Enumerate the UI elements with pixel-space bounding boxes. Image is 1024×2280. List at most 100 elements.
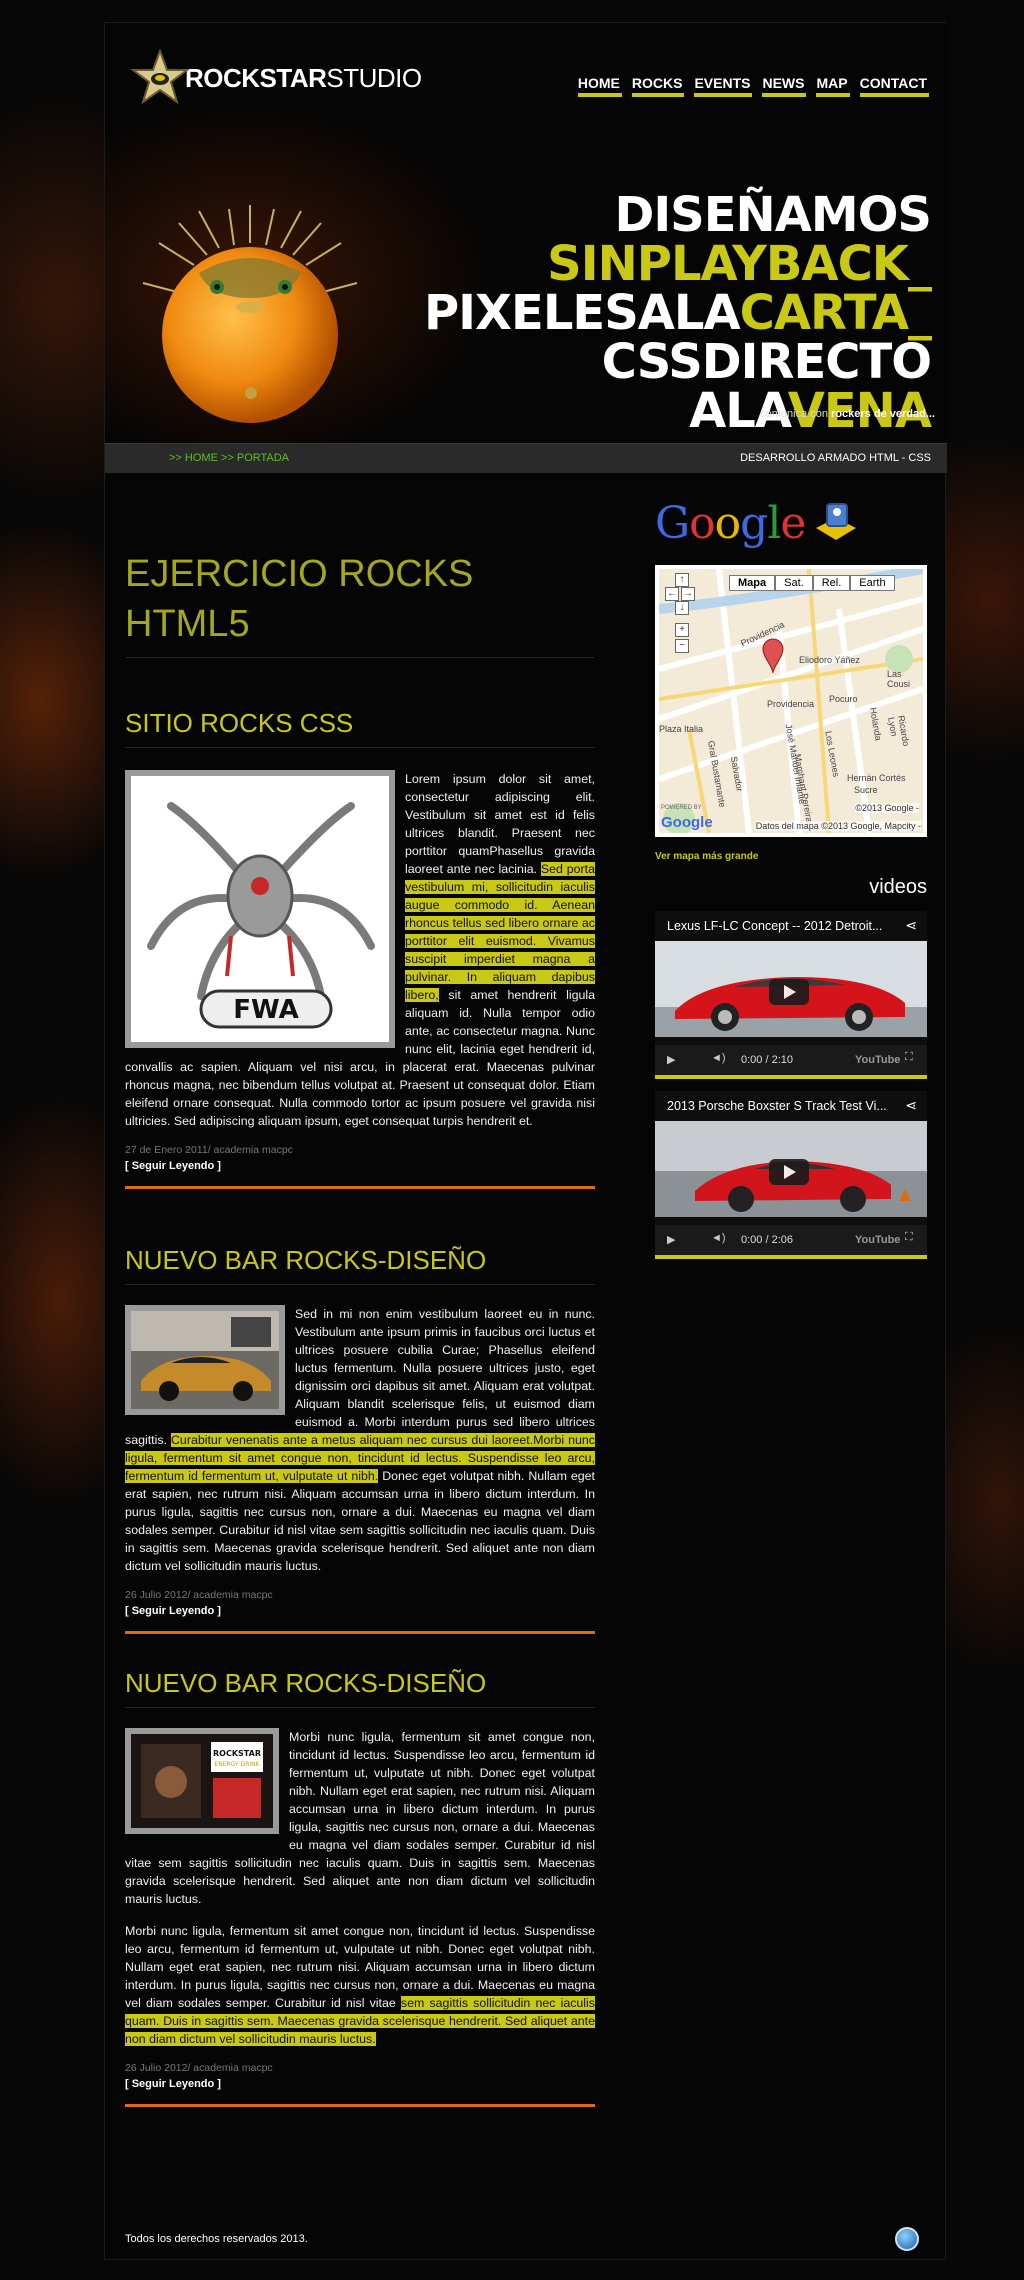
breadcrumb-section-label: DESARROLLO ARMADO HTML - CSS	[740, 452, 931, 464]
hero-tagline: DISEÑAMOS SINPLAYBACK_ PIXELESALACARTA_ …	[424, 187, 932, 436]
nav-contact[interactable]: CONTACT	[859, 75, 929, 97]
post-2: NUEVO BAR ROCKS-DISEÑO Sed in mi non eni…	[125, 1245, 595, 1634]
post-body: FWA Lorem ipsum dolor sit amet, consecte…	[125, 770, 595, 1130]
subtag-bold: rockers de verdad...	[831, 408, 935, 420]
hero-subtagline: comunica con rockers de verdad...	[760, 408, 935, 420]
video-title[interactable]: Lexus LF-LC Concept -- 2012 Detroit...	[667, 919, 882, 933]
race-car-garage-image	[131, 1311, 279, 1409]
video-title[interactable]: 2013 Porsche Boxster S Track Test Vi...	[667, 1099, 887, 1113]
nav-map[interactable]: MAP	[816, 75, 850, 97]
logo-text: ROCKSTARSTUDIO	[185, 63, 422, 94]
map-copyright: ©2013 Google -	[855, 803, 919, 813]
page-title: EJERCICIO ROCKS HTML5	[125, 549, 595, 658]
post-3: NUEVO BAR ROCKS-DISEÑO ROCKSTAR ENERGY D…	[125, 1668, 595, 2107]
map-label: Ricardo Lyon	[886, 714, 912, 747]
logo-text-rockstar: ROCKSTAR	[185, 62, 327, 93]
post-meta: 27 de Enero 2011/ academia macpc	[125, 1144, 293, 1156]
post-thumbnail[interactable]: FWA	[125, 770, 395, 1048]
google-maps-header: Google	[655, 493, 927, 553]
breadcrumb[interactable]: >> HOME >> PORTADA	[169, 452, 289, 464]
video-player[interactable]: 2013 Porsche Boxster S Track Test Vi... …	[655, 1091, 927, 1259]
post-title[interactable]: SITIO ROCKS CSS	[125, 708, 595, 748]
volume-icon[interactable]: ◄)	[711, 1052, 726, 1064]
subtag-prefix: comunica con	[760, 408, 832, 420]
youtube-logo[interactable]: YouTube	[855, 1054, 900, 1066]
google-small-logo: Google	[661, 814, 713, 831]
play-icon[interactable]: ▶	[667, 1233, 675, 1246]
post-meta: 26 Julio 2012/ academia macpc	[125, 1589, 273, 1601]
share-icon[interactable]: ⋖	[905, 917, 917, 934]
fullscreen-icon[interactable]: ⛶	[905, 1231, 913, 1244]
main-content: EJERCICIO ROCKS HTML5 SITIO ROCKS CSS FW…	[125, 473, 595, 2107]
robot-spider-image: FWA	[131, 776, 389, 1042]
map-label: Gral Bustamante	[705, 739, 728, 809]
sidebar: Google Mapa Sat. Rel. Earth ↑ ← → ↓ + − …	[655, 493, 927, 1259]
pufferfish-orange-image	[139, 203, 361, 425]
play-icon[interactable]: ▶	[667, 1053, 675, 1066]
play-button-icon[interactable]	[769, 979, 809, 1005]
map-label: Plaza Italia	[659, 724, 704, 734]
video-controls: ▶ ◄) 0:00 / 2:10 YouTube ⛶	[655, 1045, 927, 1075]
post-text: Donec eget volutpat nibh. Nullam eget er…	[125, 1469, 595, 1573]
read-more-link[interactable]: [ Seguir Leyendo ]	[125, 2078, 595, 2090]
page-container: ROCKSTARSTUDIO HOME ROCKS EVENTS NEWS MA…	[104, 22, 947, 2260]
google-logo: Google	[655, 497, 806, 549]
tagline-line-1: DISEÑAMOS	[614, 187, 932, 243]
tagline-line-3: PIXELESALACARTA_	[424, 289, 932, 338]
post-body: ROCKSTAR ENERGY DRINK Morbi nunc ligula,…	[125, 1728, 595, 2048]
play-button-icon[interactable]	[769, 1159, 809, 1185]
svg-text:ENERGY DRINK: ENERGY DRINK	[214, 1761, 260, 1768]
post-paragraph: Morbi nunc ligula, fermentum sit amet co…	[125, 1922, 595, 2048]
post-text: Lorem ipsum dolor sit amet, consectetur …	[405, 772, 595, 876]
star-logo-icon	[130, 48, 190, 107]
map-label: Las Cousi	[887, 669, 911, 689]
google-map[interactable]: Mapa Sat. Rel. Earth ↑ ← → ↓ + − Provide…	[655, 565, 927, 837]
post-1: SITIO ROCKS CSS FWA Lorem ipsum dolor si…	[125, 708, 595, 1189]
breadcrumb-bar: >> HOME >> PORTADA DESARROLLO ARMADO HTM…	[105, 443, 947, 473]
map-label: Los Leones	[823, 730, 842, 778]
fullscreen-icon[interactable]: ⛶	[905, 1051, 913, 1064]
map-label: Sucre	[854, 785, 878, 795]
larger-map-link[interactable]: Ver mapa más grande	[655, 851, 927, 862]
map-powered-label: POWERED BY	[661, 805, 702, 811]
post-title[interactable]: NUEVO BAR ROCKS-DISEÑO	[125, 1668, 595, 1708]
logo[interactable]: ROCKSTARSTUDIO	[130, 48, 422, 107]
share-icon[interactable]: ⋖	[905, 1097, 917, 1114]
nav-news[interactable]: NEWS	[762, 75, 807, 97]
tagline-line-3a: PIXELESALA	[423, 285, 741, 341]
volume-icon[interactable]: ◄)	[711, 1232, 726, 1244]
maps-pegman-icon	[816, 503, 857, 540]
post-thumbnail[interactable]: ROCKSTAR ENERGY DRINK	[125, 1728, 279, 1834]
map-street-labels: Providencia Eliodoro Yáñez Plaza Italia …	[659, 569, 923, 833]
post-divider	[125, 1186, 595, 1189]
post-text-highlight: Sed porta vestibulum mi, sollicitudin ia…	[405, 862, 595, 1002]
map-label: Salvador	[728, 755, 745, 793]
post-title[interactable]: NUEVO BAR ROCKS-DISEÑO	[125, 1245, 595, 1285]
post-meta: 26 Julio 2012/ academia macpc	[125, 2062, 273, 2074]
tagline-line-4: CSSDIRECTO	[601, 334, 932, 390]
video-controls: ▶ ◄) 0:00 / 2:06 YouTube ⛶	[655, 1225, 927, 1255]
map-data-credit: Datos del mapa ©2013 Google, Mapcity -	[755, 821, 921, 831]
svg-text:FWA: FWA	[233, 995, 298, 1025]
map-label: Providencia	[767, 699, 815, 709]
logo-text-studio: STUDIO	[326, 62, 422, 93]
energy-drink-bar-image: ROCKSTAR ENERGY DRINK	[131, 1734, 273, 1828]
read-more-link[interactable]: [ Seguir Leyendo ]	[125, 1160, 595, 1172]
nav-home[interactable]: HOME	[577, 75, 622, 97]
footer-copyright: Todos los derechos reservados 2013.	[125, 2233, 308, 2245]
map-label: Holanda	[867, 706, 884, 742]
nav-rocks[interactable]: ROCKS	[631, 75, 685, 97]
videos-heading: videos	[869, 876, 927, 898]
main-nav: HOME ROCKS EVENTS NEWS MAP CONTACT	[577, 75, 929, 97]
post-divider	[125, 2104, 595, 2107]
read-more-link[interactable]: [ Seguir Leyendo ]	[125, 1605, 595, 1617]
video-time: 0:00 / 2:10	[741, 1054, 793, 1066]
nav-events[interactable]: EVENTS	[694, 75, 753, 97]
map-label: Pocuro	[829, 694, 858, 704]
tagline-line-3b: CARTA_	[739, 285, 932, 341]
post-thumbnail[interactable]	[125, 1305, 285, 1415]
map-label: Eliodoro Yáñez	[799, 655, 860, 665]
video-player[interactable]: Lexus LF-LC Concept -- 2012 Detroit... ⋖…	[655, 911, 927, 1079]
youtube-logo[interactable]: YouTube	[855, 1234, 900, 1246]
globe-icon[interactable]	[895, 2227, 919, 2251]
